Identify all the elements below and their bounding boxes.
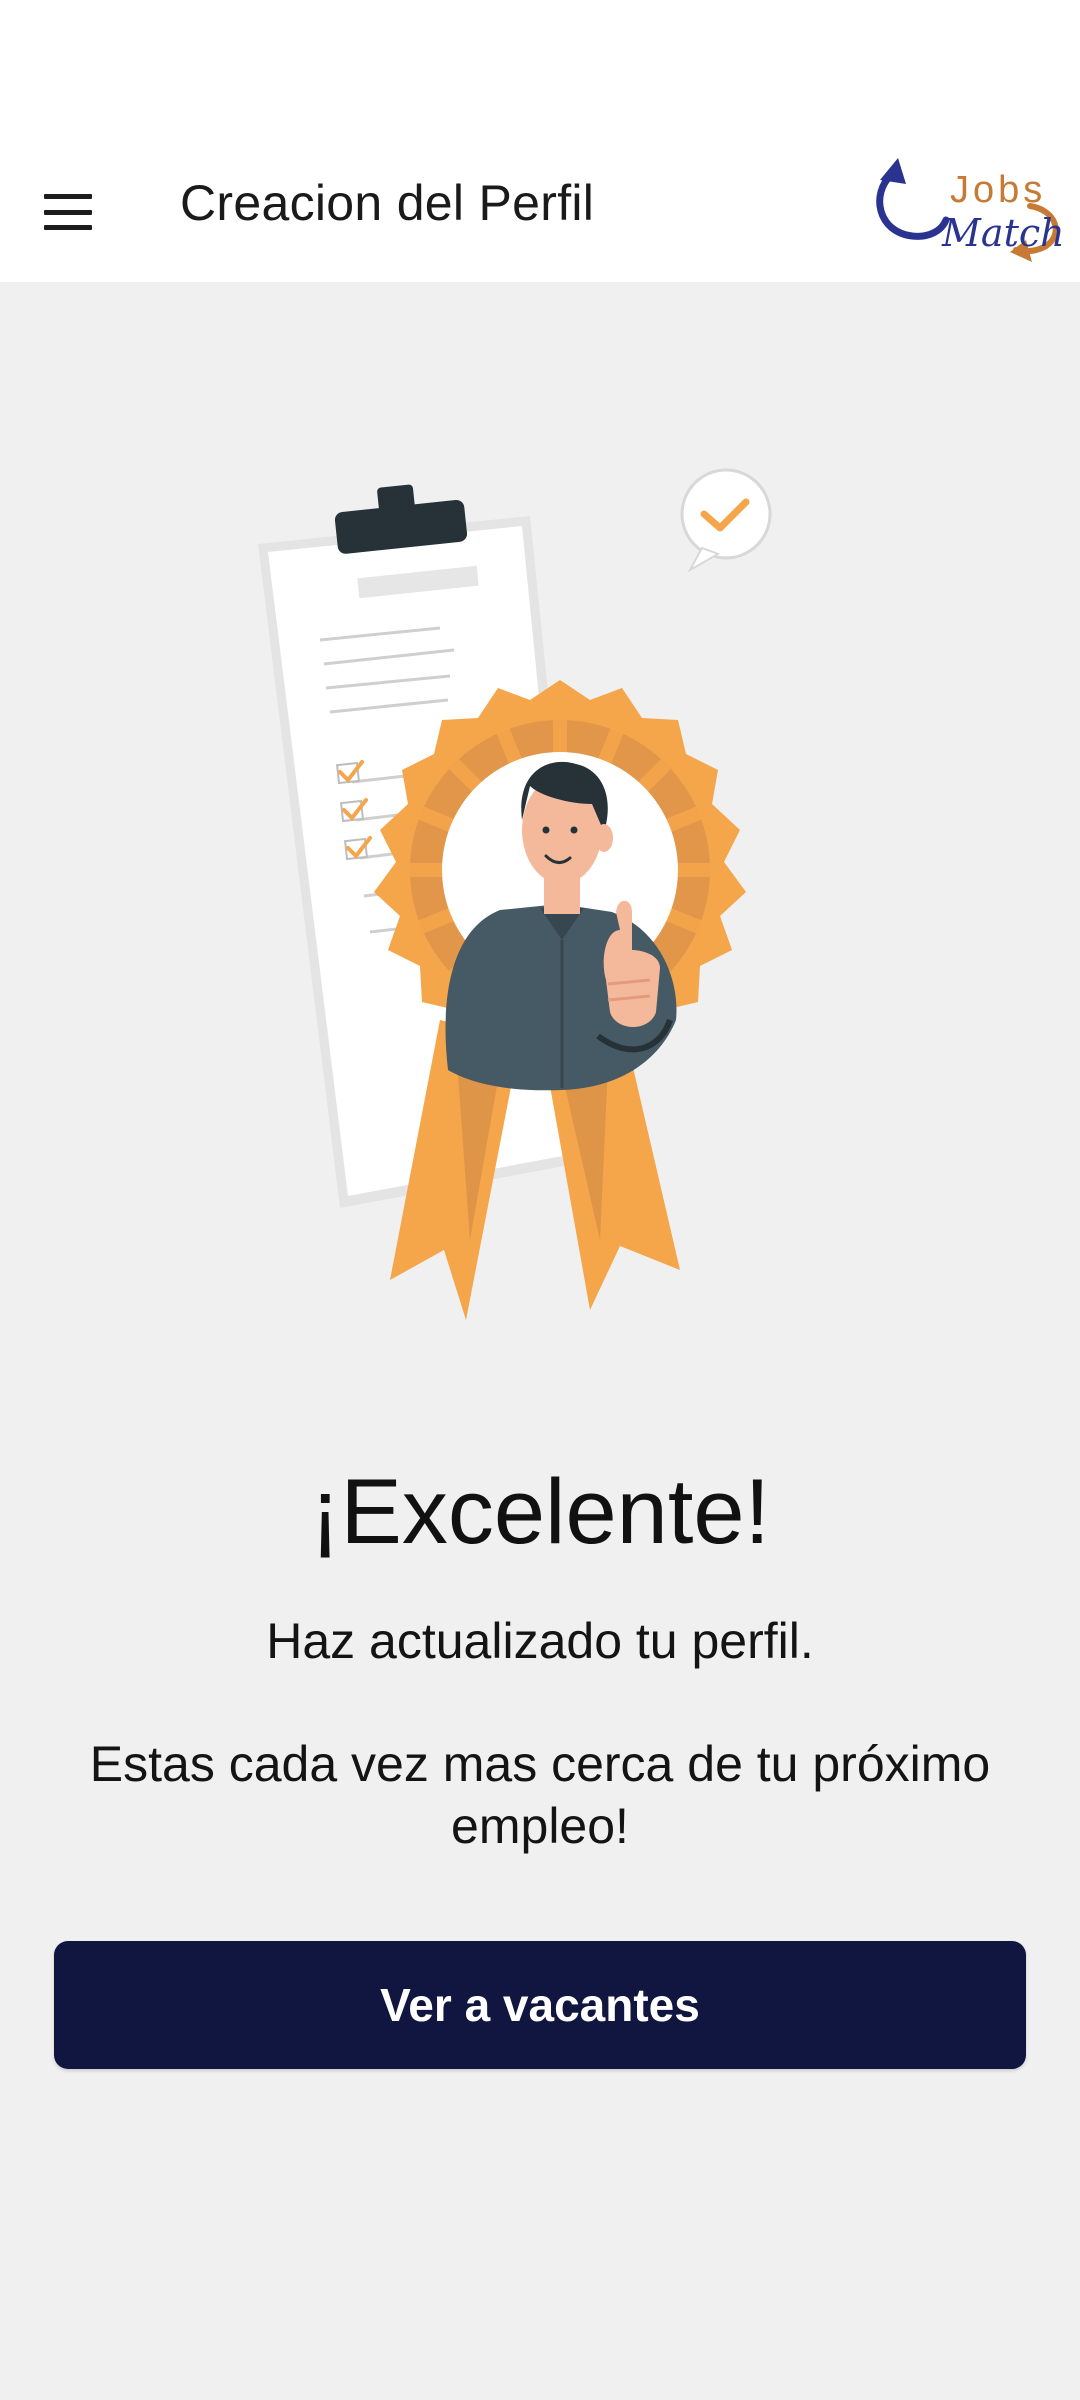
check-bubble-icon [680, 468, 772, 573]
view-vacancies-button[interactable]: Ver a vacantes [54, 1941, 1026, 2069]
profile-updated-text: Haz actualizado tu perfil. [266, 1613, 814, 1669]
logo-text-jobs: Jobs [950, 169, 1046, 211]
encouragement-message: Estas cada vez mas cerca de tu próximo e… [89, 1736, 991, 1854]
status-bar [0, 0, 1080, 140]
success-headline: ¡Excelente! [309, 1461, 771, 1563]
logo-text-match: Match [941, 211, 1065, 255]
menu-button[interactable] [24, 170, 112, 254]
page-title: Creacion del Perfil [180, 175, 595, 231]
hamburger-menu-icon [44, 194, 92, 230]
jobs-match-logo: Jobs Match [876, 158, 1065, 262]
app-bar: Creacion del Perfil Jobs Match [0, 140, 1080, 282]
profile-success-illustration [258, 468, 772, 1320]
